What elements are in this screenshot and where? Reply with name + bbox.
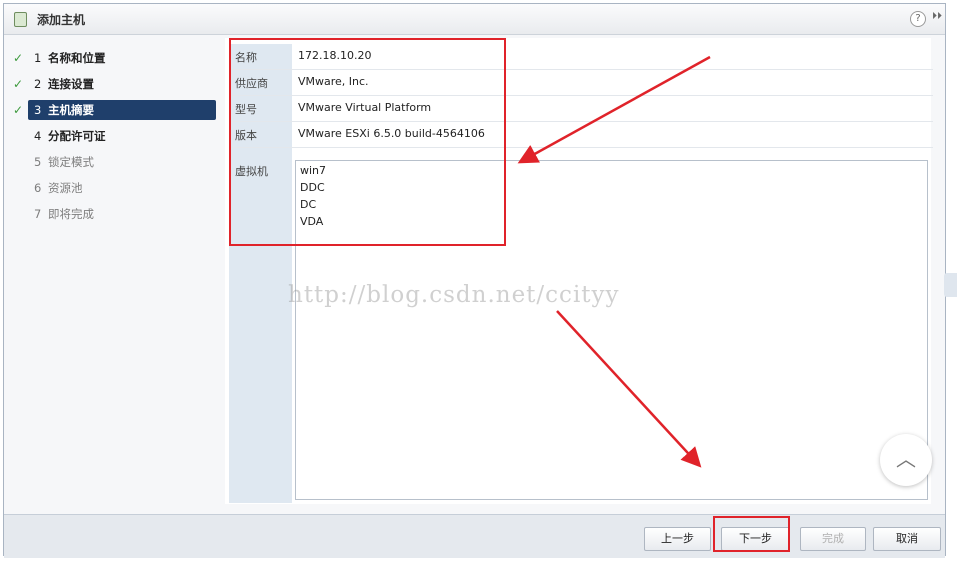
step-label: 锁定模式 (48, 155, 94, 169)
host-icon (14, 12, 27, 27)
check-icon: ✓ (13, 77, 24, 91)
step-label: 分配许可证 (48, 129, 106, 143)
step-label: 连接设置 (48, 77, 94, 91)
title-bar: 添加主机 ? ⏵⏵ (4, 4, 945, 35)
step-2[interactable]: ✓ 2 连接设置 (4, 74, 219, 94)
wizard-steps: ✓ 1 名称和位置 ✓ 2 连接设置 ✓ 3 主机摘要 4 分配许可证 5 锁定… (4, 35, 223, 515)
finish-button: 完成 (800, 527, 866, 551)
side-tab (944, 273, 957, 297)
step-label: 即将完成 (48, 207, 94, 221)
check-icon: ✓ (13, 51, 24, 65)
step-label: 资源池 (48, 181, 83, 195)
step-1[interactable]: ✓ 1 名称和位置 (4, 48, 219, 68)
dialog-title: 添加主机 (37, 13, 86, 27)
step-label: 主机摘要 (48, 103, 94, 117)
step-6: 6 资源池 (4, 178, 219, 198)
step-4[interactable]: 4 分配许可证 (4, 126, 219, 146)
step-7: 7 即将完成 (4, 204, 219, 224)
annotation-box-next (713, 516, 790, 552)
help-icon[interactable]: ? (910, 11, 926, 27)
expand-icon[interactable]: ⏵⏵ (932, 11, 942, 22)
annotation-box-summary (229, 38, 506, 246)
step-3[interactable]: 3 主机摘要 (28, 100, 216, 120)
step-5: 5 锁定模式 (4, 152, 219, 172)
back-button[interactable]: 上一步 (644, 527, 711, 551)
dialog-footer: 上一步 下一步 完成 取消 (4, 514, 945, 558)
step-label: 名称和位置 (48, 51, 106, 65)
watermark: http://blog.csdn.net/ccityy (288, 282, 620, 308)
chevron-up-icon: ︿ (896, 447, 916, 471)
cancel-button[interactable]: 取消 (873, 527, 941, 551)
scroll-to-top-button[interactable]: ︿ (880, 434, 932, 486)
check-icon: ✓ (13, 103, 24, 117)
